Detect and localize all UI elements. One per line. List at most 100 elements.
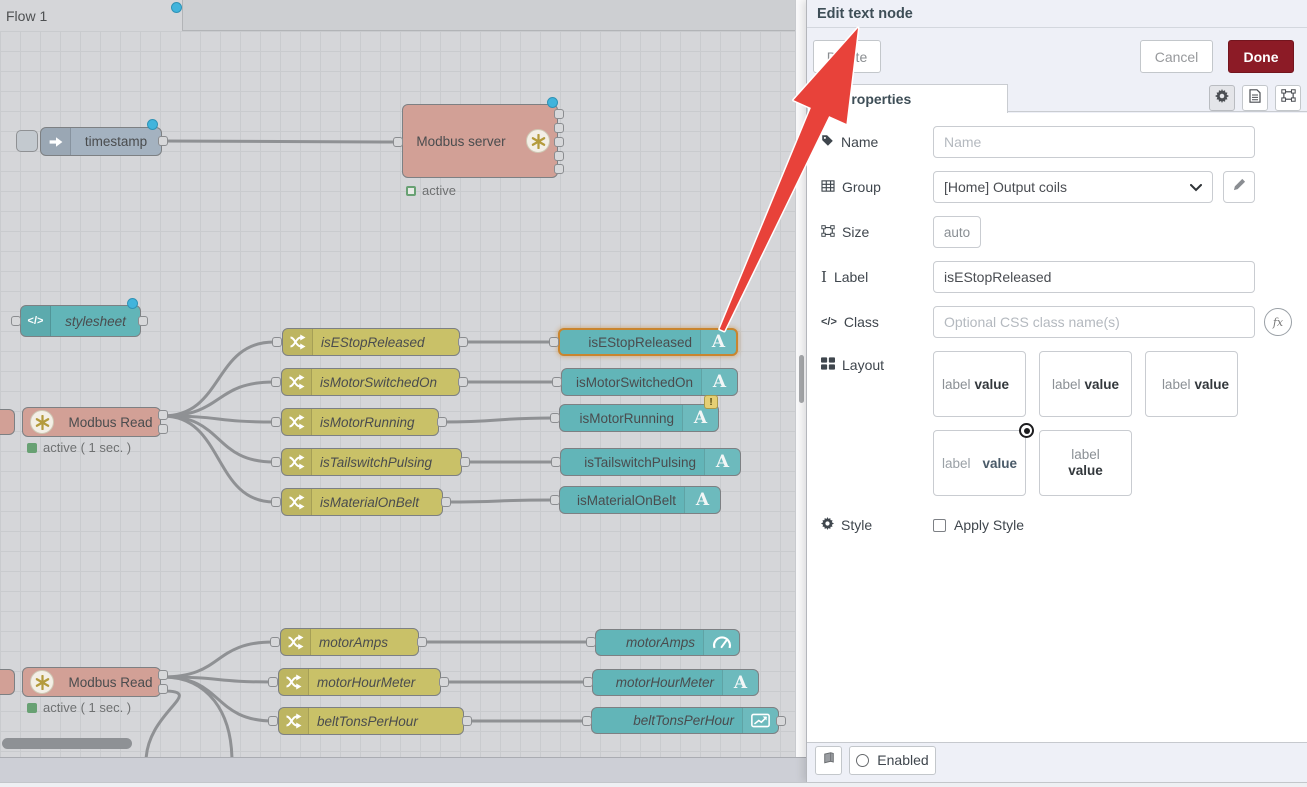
- layout-option-row-spread[interactable]: labelvalue: [933, 430, 1026, 496]
- hscrollbar-thumb[interactable]: [2, 738, 132, 749]
- group-select[interactable]: [Home] Output coils: [933, 171, 1213, 203]
- flow-node-modbus-read[interactable]: Modbus Read: [22, 407, 161, 437]
- tab-flow-1[interactable]: Flow 1: [0, 0, 183, 31]
- node-appearance-button[interactable]: [1275, 85, 1301, 111]
- flow-node-ui-gauge[interactable]: motorAmps: [595, 629, 740, 656]
- layout-option-row-right[interactable]: labelvalue: [1145, 351, 1238, 417]
- input-port[interactable]: [586, 637, 596, 647]
- output-port[interactable]: [554, 123, 564, 133]
- flow-node-modbus-read[interactable]: Modbus Read: [22, 667, 161, 697]
- input-port[interactable]: [552, 377, 562, 387]
- flow-node-change[interactable]: isMotorRunning: [281, 408, 439, 436]
- flow-node-ui-chart[interactable]: beltTonsPerHour: [591, 707, 779, 734]
- wire[interactable]: [446, 500, 553, 502]
- output-port[interactable]: [158, 424, 168, 434]
- node-properties-button[interactable]: [1209, 85, 1235, 111]
- cancel-button[interactable]: Cancel: [1140, 40, 1213, 73]
- apply-style-checkbox[interactable]: [933, 519, 946, 532]
- inject-button[interactable]: [16, 130, 38, 152]
- input-port[interactable]: [11, 316, 21, 326]
- layout-option-col-stack[interactable]: labelvalue: [1039, 430, 1132, 496]
- output-port[interactable]: [158, 136, 168, 146]
- flow-node-ui-text[interactable]: isMaterialOnBeltA: [559, 486, 721, 514]
- done-button[interactable]: Done: [1228, 40, 1294, 73]
- output-port[interactable]: [439, 677, 449, 687]
- input-port[interactable]: [551, 457, 561, 467]
- flow-node-ui-text[interactable]: motorHourMeterA: [592, 669, 759, 696]
- flow-node-ui-text[interactable]: isTailswitchPulsingA: [560, 448, 741, 476]
- output-port[interactable]: [158, 410, 168, 420]
- input-port[interactable]: [268, 716, 278, 726]
- flow-node-change[interactable]: beltTonsPerHour: [278, 707, 464, 735]
- flow-node-change[interactable]: isMaterialOnBelt: [281, 488, 443, 516]
- output-port[interactable]: [462, 716, 472, 726]
- output-port[interactable]: [554, 137, 564, 147]
- flow-node-modbus-server[interactable]: Modbus server: [402, 104, 558, 178]
- input-port[interactable]: [583, 677, 593, 687]
- layout-option-row-left[interactable]: labelvalue: [933, 351, 1026, 417]
- output-port[interactable]: [458, 337, 468, 347]
- wire[interactable]: [163, 342, 274, 416]
- flow-node-inject[interactable]: timestamp: [40, 127, 162, 156]
- wire[interactable]: [442, 418, 553, 422]
- flow-node-ui-stylesheet[interactable]: </>stylesheet: [20, 305, 141, 337]
- delete-button[interactable]: Delete: [813, 40, 881, 73]
- input-port[interactable]: [271, 497, 281, 507]
- output-port[interactable]: [460, 457, 470, 467]
- wire[interactable]: [146, 691, 179, 757]
- offscreen-node-stub[interactable]: [0, 409, 15, 435]
- output-port[interactable]: [441, 497, 451, 507]
- output-port[interactable]: [776, 716, 786, 726]
- output-port[interactable]: [458, 377, 468, 387]
- flow-node-change[interactable]: isEStopReleased: [282, 328, 460, 356]
- input-port[interactable]: [271, 417, 281, 427]
- input-port[interactable]: [393, 137, 403, 147]
- input-port[interactable]: [582, 716, 592, 726]
- wire[interactable]: [163, 416, 274, 502]
- input-port[interactable]: [549, 337, 559, 347]
- input-port[interactable]: [550, 495, 560, 505]
- input-port[interactable]: [272, 337, 282, 347]
- input-port[interactable]: [271, 457, 281, 467]
- flow-node-change[interactable]: motorAmps: [280, 628, 419, 656]
- canvas-vscrollbar[interactable]: [795, 0, 806, 757]
- label-input[interactable]: [933, 261, 1255, 293]
- input-port[interactable]: [550, 413, 560, 423]
- output-port[interactable]: [138, 316, 148, 326]
- output-port[interactable]: [554, 109, 564, 119]
- flow-node-change[interactable]: isTailswitchPulsing: [281, 448, 462, 476]
- flow-node-change[interactable]: isMotorSwitchedOn: [281, 368, 460, 396]
- fx-button[interactable]: fx: [1264, 308, 1292, 336]
- input-port[interactable]: [268, 677, 278, 687]
- flow-node-ui-text[interactable]: isMotorRunningA: [559, 404, 719, 432]
- wire[interactable]: [163, 382, 274, 416]
- output-port[interactable]: [158, 670, 168, 680]
- flow-node-ui-text[interactable]: isEStopReleasedA: [558, 328, 738, 356]
- layout-option-row-center[interactable]: labelvalue: [1039, 351, 1132, 417]
- input-port[interactable]: [271, 377, 281, 387]
- input-port[interactable]: [270, 637, 280, 647]
- flow-node-change[interactable]: motorHourMeter: [278, 668, 441, 696]
- enabled-toggle-button[interactable]: Enabled: [849, 746, 936, 775]
- vscrollbar-thumb[interactable]: [799, 355, 804, 403]
- output-port[interactable]: [554, 164, 564, 174]
- output-port[interactable]: [437, 417, 447, 427]
- output-port[interactable]: [417, 637, 427, 647]
- name-input[interactable]: [933, 126, 1255, 158]
- edit-group-button[interactable]: [1223, 171, 1255, 203]
- flow-node-ui-text[interactable]: isMotorSwitchedOnA: [561, 368, 738, 396]
- class-input[interactable]: [933, 306, 1255, 338]
- selected-radio[interactable]: [1019, 423, 1034, 438]
- node-label: isMaterialOnBelt: [312, 489, 442, 515]
- wire[interactable]: [163, 141, 395, 142]
- node-description-button[interactable]: [1242, 85, 1268, 111]
- size-auto-button[interactable]: auto: [933, 216, 981, 248]
- wire[interactable]: [163, 642, 273, 677]
- offscreen-node-stub[interactable]: [0, 669, 15, 695]
- output-port[interactable]: [554, 151, 564, 161]
- output-port[interactable]: [158, 684, 168, 694]
- tab-properties[interactable]: Properties: [807, 84, 1008, 113]
- wire[interactable]: [163, 677, 232, 757]
- flow-canvas[interactable]: timestampModbus serveractive</>styleshee…: [0, 31, 795, 757]
- docs-button[interactable]: [815, 746, 842, 775]
